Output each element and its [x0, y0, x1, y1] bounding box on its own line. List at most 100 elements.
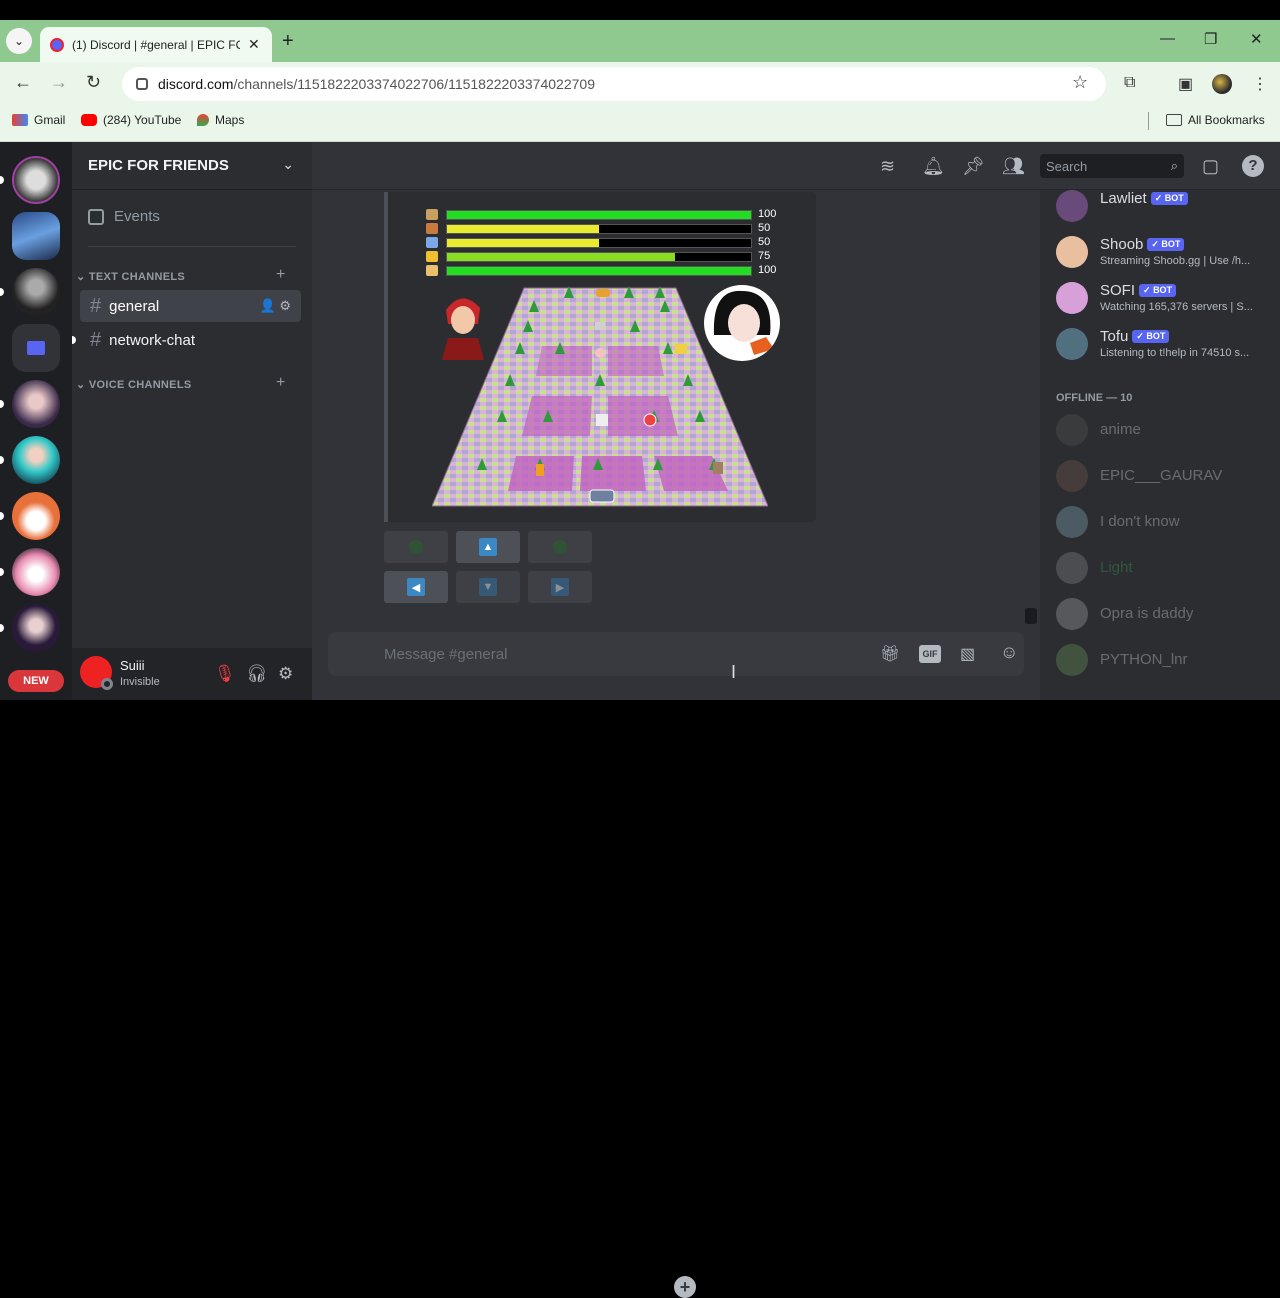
game-button-left[interactable]: ◀	[384, 571, 448, 603]
threads-icon[interactable]: ≋	[880, 156, 895, 177]
inbox-icon[interactable]: ▢	[1202, 156, 1219, 177]
game-button-right[interactable]: ▶	[528, 571, 592, 603]
mute-icon[interactable]: 🎙︎	[214, 664, 236, 684]
member-item[interactable]: Opra is daddy	[1056, 598, 1193, 630]
server-icon[interactable]	[12, 548, 60, 596]
chat-scrollbar[interactable]	[1025, 608, 1037, 624]
gift-icon[interactable]: 🎁︎	[880, 644, 900, 664]
minimize-icon[interactable]: —	[1160, 30, 1175, 47]
server-icon[interactable]	[12, 156, 60, 204]
close-tab-icon[interactable]: ✕	[248, 36, 260, 53]
member-item[interactable]: Shoob ✓ BOT Streaming Shoob.gg | Use /h..…	[1056, 236, 1260, 268]
chevron-down-icon: ⌄	[282, 156, 294, 172]
events-label: Events	[114, 208, 160, 225]
all-bookmarks-label: All Bookmarks	[1188, 113, 1265, 127]
calendar-icon	[88, 208, 104, 225]
member-avatar	[1056, 598, 1088, 630]
game-button-up[interactable]: ▲	[456, 531, 520, 563]
search-input[interactable]: Search ⌕	[1040, 154, 1184, 178]
bookmark-label: Gmail	[34, 113, 66, 127]
category-text-channels[interactable]: ⌄ TEXT CHANNELS	[76, 270, 185, 283]
close-window-icon[interactable]: ✕	[1250, 30, 1263, 48]
channel-actions[interactable]: 👤 ⚙	[260, 298, 291, 314]
tab-search-icon[interactable]: ⌄	[6, 28, 32, 54]
category-label: TEXT CHANNELS	[88, 271, 186, 283]
member-item[interactable]: I don't know	[1056, 506, 1180, 538]
hash-icon: #	[90, 294, 102, 317]
bookmark-youtube[interactable]: (284) YouTube	[81, 113, 181, 127]
forward-icon[interactable]: →	[50, 72, 68, 93]
gmail-icon	[12, 114, 28, 126]
notification-bell-icon[interactable]: 🔔︎	[922, 156, 945, 177]
member-item[interactable]: Light	[1056, 552, 1133, 584]
extensions-icon[interactable]: ⧉	[1124, 74, 1135, 92]
site-info-icon[interactable]	[136, 78, 148, 90]
server-icon[interactable]	[12, 436, 60, 484]
server-icon[interactable]	[12, 268, 60, 316]
sticker-icon[interactable]: ▧	[960, 644, 975, 664]
folder-icon	[27, 341, 45, 355]
member-item[interactable]: EPIC___GAURAV	[1056, 460, 1222, 492]
member-item[interactable]: anime	[1056, 414, 1141, 446]
hash-icon: #	[90, 328, 102, 351]
bookmark-maps[interactable]: Maps	[197, 113, 244, 127]
pin-icon[interactable]: 📌︎	[962, 156, 985, 177]
game-button-tree[interactable]	[528, 531, 592, 563]
new-tab-icon[interactable]: +	[282, 30, 294, 53]
address-bar[interactable]: discord.com/channels/1151822203374022706…	[122, 67, 1106, 101]
member-avatar	[1056, 460, 1088, 492]
user-settings-icon[interactable]: ⚙	[278, 664, 293, 684]
member-name: EPIC___GAURAV	[1100, 467, 1223, 484]
server-icon[interactable]	[12, 212, 60, 260]
back-icon[interactable]: ←	[14, 72, 32, 93]
channel-network-chat[interactable]: # network-chat	[80, 324, 301, 356]
arrow-left-icon: ◀	[407, 578, 425, 596]
bookmark-gmail[interactable]: Gmail	[12, 113, 65, 127]
add-attachment-icon[interactable]: +	[674, 1276, 696, 1298]
reload-icon[interactable]: ↻	[86, 72, 101, 93]
server-icon[interactable]	[12, 380, 60, 428]
member-item[interactable]: Tofu ✓ BOT Listening to t!help in 74510 s…	[1056, 328, 1260, 360]
server-icon[interactable]	[12, 492, 60, 540]
create-channel-icon[interactable]: +	[276, 374, 285, 392]
member-avatar	[1056, 328, 1088, 360]
url-path: /channels/1151822203374022706/1151822203…	[233, 76, 595, 92]
events-item[interactable]: Events	[88, 208, 160, 225]
text-cursor-icon: I	[731, 662, 737, 682]
member-activity: Streaming Shoob.gg | Use /h...	[1100, 255, 1251, 267]
member-list-icon[interactable]: 👥︎	[1002, 156, 1025, 177]
more-menu-icon[interactable]: ⋮	[1252, 74, 1268, 94]
member-item[interactable]: Lawliet ✓ BOT	[1056, 190, 1188, 222]
emoji-icon[interactable]: ☺	[1000, 642, 1018, 663]
all-bookmarks[interactable]: All Bookmarks	[1166, 113, 1265, 127]
profile-avatar[interactable]	[1212, 74, 1232, 94]
game-button-tree[interactable]	[384, 531, 448, 563]
member-name: SOFI	[1100, 282, 1136, 299]
character-portrait-left	[442, 298, 484, 360]
bookmark-star-icon[interactable]: ☆	[1072, 72, 1088, 93]
server-header[interactable]: EPIC FOR FRIENDS ⌄	[72, 142, 312, 190]
category-voice-channels[interactable]: ⌄ VOICE CHANNELS	[76, 378, 191, 391]
member-item[interactable]: PYTHON_lnr	[1056, 644, 1188, 676]
restore-icon[interactable]: ❐	[1204, 30, 1217, 48]
member-activity: Listening to t!help in 74510 s...	[1100, 347, 1250, 359]
member-avatar	[1056, 282, 1088, 314]
url-host: discord.com	[158, 76, 234, 92]
new-badge[interactable]: NEW	[8, 670, 64, 692]
headphones-icon[interactable]: 🎧︎	[246, 664, 268, 684]
gif-icon[interactable]: GIF	[919, 645, 941, 663]
folder-icon	[1166, 114, 1182, 126]
member-item[interactable]: SOFI ✓ BOT Watching 165,376 servers | S..…	[1056, 282, 1260, 314]
bot-badge: ✓ BOT	[1150, 192, 1188, 205]
server-folder[interactable]	[12, 324, 60, 372]
server-icon[interactable]	[12, 604, 60, 652]
stat-value: 100	[758, 208, 777, 220]
game-button-down[interactable]: ▼	[456, 571, 520, 603]
browser-tab[interactable]: (1) Discord | #general | EPIC FOR FRIEND…	[40, 27, 272, 62]
side-panel-icon[interactable]: ▣	[1178, 74, 1193, 94]
username[interactable]: Suiii	[120, 658, 145, 673]
help-icon[interactable]: ?	[1242, 155, 1264, 177]
create-channel-icon[interactable]: +	[276, 266, 285, 284]
channel-general[interactable]: # general 👤 ⚙	[80, 290, 301, 322]
member-avatar	[1056, 506, 1088, 538]
